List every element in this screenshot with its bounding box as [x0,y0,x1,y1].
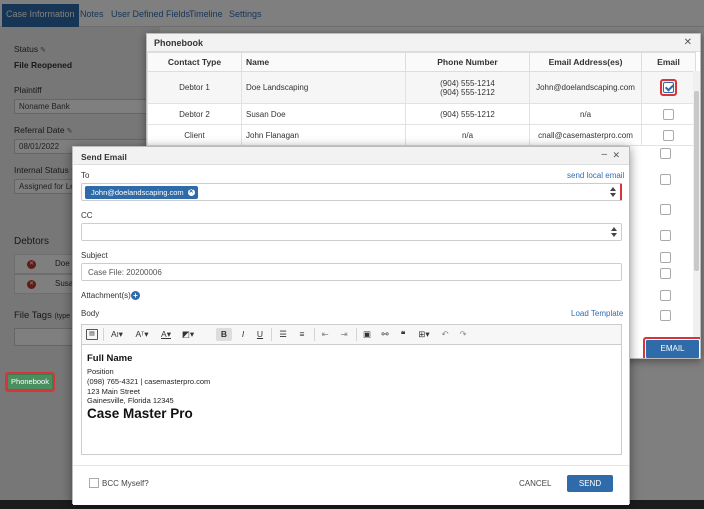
signature-name: Full Name [87,353,133,364]
email-checkbox-cell [641,124,696,146]
cc-field[interactable] [81,223,622,241]
column-header[interactable]: Name [241,52,406,72]
blockquote-icon[interactable]: ❝ [396,328,410,341]
body-label: Body [81,309,100,318]
text-style-icon[interactable]: Aᵀ▾ [132,328,152,341]
subject-label: Subject [81,251,108,260]
email-checkbox[interactable] [663,108,674,120]
email-body-editor[interactable]: Full Name Position (098) 765-4321 | case… [81,344,622,455]
email-button-highlight: EMAIL [643,337,700,358]
send-local-email-link[interactable]: send local email [567,171,624,180]
signature-position: Position [87,367,114,376]
scrollbar-thumb[interactable] [694,91,699,271]
highlight-color-icon[interactable]: ◩▾ [179,328,197,341]
email-checkbox[interactable] [660,148,671,159]
phonebook-table: Contact Type Name Phone Number Email Add… [147,52,696,146]
load-template-link[interactable]: Load Template [571,309,623,318]
minimize-icon[interactable]: – [601,149,607,160]
phone-number: (904) 555-1212 [405,103,530,125]
add-attachment-icon[interactable]: + [131,291,140,300]
email-checkbox[interactable] [660,310,671,321]
link-icon[interactable]: ⚯ [378,328,392,341]
bold-icon[interactable]: B [216,328,232,341]
table-icon[interactable]: ⊞▾ [414,328,434,341]
email-checkbox-cell [641,71,696,104]
send-email-dialog: Send Email – ✕ To send local email John@… [72,146,630,505]
email-checkbox[interactable] [663,82,674,93]
send-button[interactable]: SEND [567,475,613,492]
send-email-title: Send Email [81,152,127,162]
email-checkbox[interactable] [660,174,671,185]
signature-city: Gainesville, Florida 12345 [87,396,174,405]
phonebook-scrollbar[interactable] [693,71,700,358]
remove-recipient-icon[interactable]: ✕ [187,189,195,196]
cancel-button[interactable]: CANCEL [519,479,551,488]
email-address: n/a [529,103,642,125]
column-header[interactable]: Email Address(es) [529,52,642,72]
column-header[interactable]: Phone Number [405,52,530,72]
email-checkbox[interactable] [660,290,671,301]
bullet-list-icon[interactable]: ☰ [276,328,290,341]
contact-type: Debtor 1 [147,71,242,104]
image-icon[interactable]: ▣ [360,328,374,341]
outdent-icon[interactable]: ⇤ [318,328,332,341]
underline-icon[interactable]: U [254,328,266,341]
contact-type: Client [147,124,242,146]
email-checkbox-highlight [660,79,677,96]
column-header[interactable]: Contact Type [147,52,242,72]
signature-company: Case Master Pro [87,406,193,421]
table-header-row: Contact Type Name Phone Number Email Add… [147,52,696,72]
undo-icon[interactable]: ↶ [438,328,452,341]
email-checkbox[interactable] [660,230,671,241]
signature-street: 123 Main Street [87,387,140,396]
bcc-checkbox[interactable] [89,478,99,488]
redo-icon[interactable]: ↷ [456,328,470,341]
italic-icon[interactable]: I [237,328,249,341]
column-header[interactable]: Email [641,52,696,72]
close-icon[interactable]: ✕ [684,37,692,48]
to-field[interactable]: John@doelandscaping.com ✕ [81,183,622,201]
email-checkbox[interactable] [663,129,674,141]
indent-icon[interactable]: ⇥ [337,328,351,341]
email-checkbox-cell [641,103,696,125]
table-row[interactable]: Debtor 1 Doe Landscaping (904) 555-1214(… [147,71,696,104]
font-size-icon[interactable]: AI▾ [107,328,127,341]
attachments-label: Attachment(s): [81,291,134,300]
dropdown-icon[interactable] [610,187,616,197]
email-checkbox[interactable] [660,204,671,215]
contact-name: Susan Doe [241,103,406,125]
subject-field[interactable]: Case File: 20200006 [81,263,622,281]
contact-name: Doe Landscaping [241,71,406,104]
phone-number: n/a [405,124,530,146]
email-checkbox[interactable] [660,268,671,279]
email-address: cnall@casemasterpro.com [529,124,642,146]
email-address: John@doelandscaping.com [529,71,642,104]
email-checkbox[interactable] [660,252,671,263]
send-email-titlebar: Send Email – ✕ [73,147,629,165]
phonebook-title: Phonebook [154,38,203,48]
font-color-icon[interactable]: A▾ [157,328,175,341]
contact-name: John Flanagan [241,124,406,146]
phone-number: (904) 555-1214 (904) 555-1212 [405,71,530,104]
recipient-chip[interactable]: John@doelandscaping.com ✕ [85,186,198,199]
signature-contact: (098) 765-4321 | casemasterpro.com [87,377,211,386]
to-label: To [81,171,90,180]
table-row[interactable]: Debtor 2 Susan Doe (904) 555-1212 n/a [147,103,696,125]
editor-toolbar: ▤ AI▾ Aᵀ▾ A▾ ◩▾ B I U ☰ ≡ ⇤ ⇥ ▣ ⚯ ❝ ⊞▾ ↶… [81,324,622,344]
phonebook-titlebar: Phonebook ✕ [147,34,700,52]
subject-value: Case File: 20200006 [88,268,162,277]
cc-label: CC [81,211,93,220]
email-button[interactable]: EMAIL [646,340,699,358]
pdf-icon[interactable]: ▤ [86,329,98,340]
contact-type: Debtor 2 [147,103,242,125]
close-icon[interactable]: ✕ [612,150,620,161]
table-row[interactable]: Client John Flanagan n/a cnall@casemaste… [147,124,696,146]
dropdown-icon[interactable] [611,227,617,237]
numbered-list-icon[interactable]: ≡ [295,328,309,341]
send-email-footer: BCC Myself? CANCEL SEND [73,465,629,505]
bcc-label: BCC Myself? [102,479,149,488]
phonebook-button[interactable]: Phonebook [5,372,55,392]
